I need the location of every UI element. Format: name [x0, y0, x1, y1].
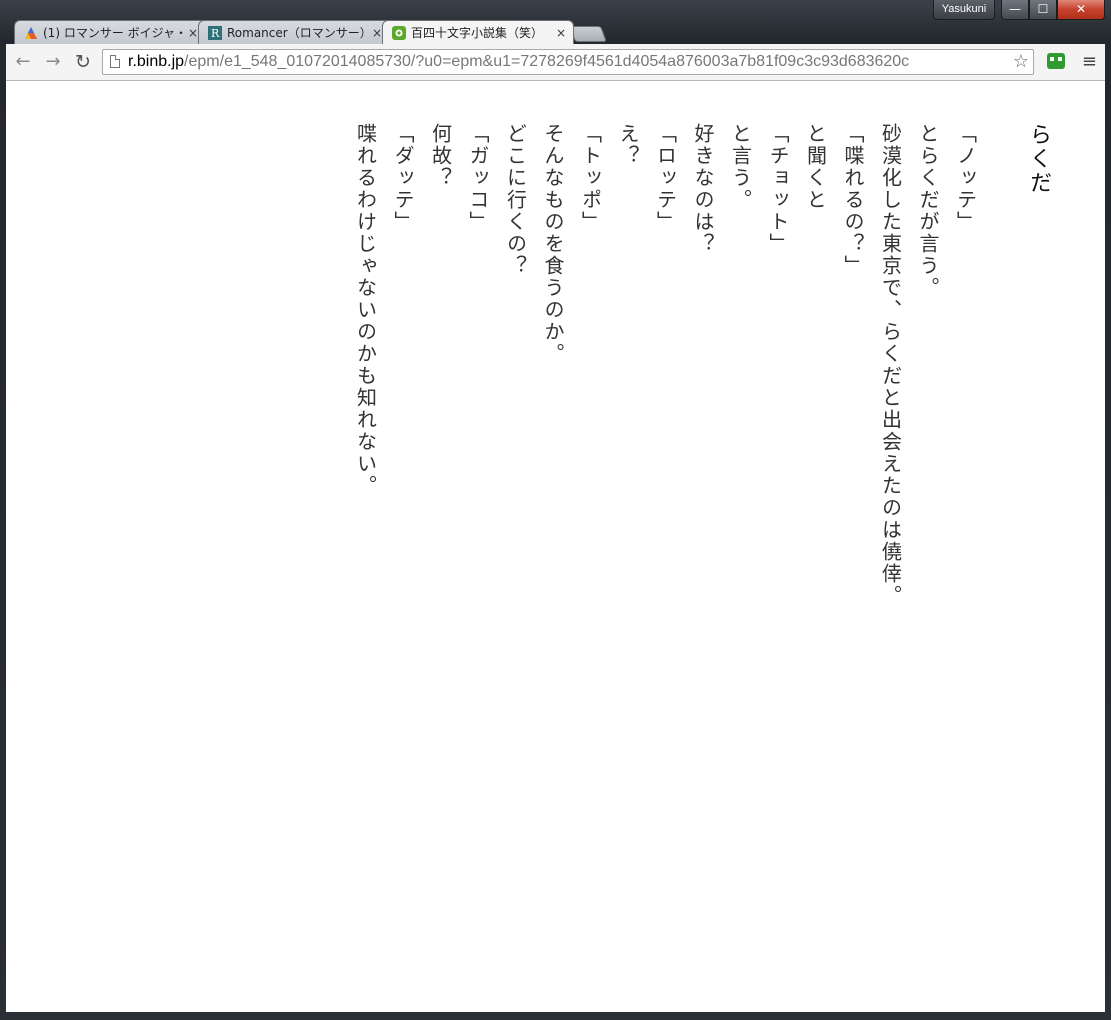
story-line: どこに行くの？	[503, 123, 528, 277]
menu-icon[interactable]: ≡	[1082, 51, 1097, 73]
bookmark-star-icon[interactable]: ☆	[1013, 50, 1029, 74]
story-line: 何故？	[428, 123, 453, 189]
story-line: 「ダッテ」	[391, 123, 415, 233]
title-bar: Yasukuni — ☐ ✕ (1) ロマンサー ボイジャ・ × R Roman…	[0, 0, 1111, 44]
forward-button[interactable]: →	[42, 51, 64, 73]
story-line: 「喋れるの？」	[841, 123, 865, 277]
story-line: と言う。	[728, 123, 753, 211]
minimize-button[interactable]: —	[1001, 0, 1029, 20]
story-line: 「トッポ」	[578, 123, 603, 233]
story-text: らくだ 「ノッテ」 とらくだが言う。 砂漠化した東京で、らくだと出会えたのは僥倖…	[346, 123, 1057, 983]
story-line: 「ノッテ」	[953, 123, 978, 233]
binb-reader-icon	[392, 26, 406, 40]
page-content: らくだ 「ノッテ」 とらくだが言う。 砂漠化した東京で、らくだと出会えたのは僥倖…	[6, 81, 1105, 1012]
page-icon	[110, 55, 120, 68]
browser-toolbar: ← → ↻ r.binb.jp/epm/e1_548_0107201408573…	[6, 44, 1105, 81]
address-bar[interactable]: r.binb.jp/epm/e1_548_01072014085730/?u0=…	[102, 49, 1034, 75]
story-line: と聞くと	[803, 123, 828, 211]
tab-title: (1) ロマンサー ボイジャ・	[43, 26, 188, 40]
story-line: そんなものを食うのか。	[541, 123, 565, 365]
url-text[interactable]: r.binb.jp/epm/e1_548_01072014085730/?u0=…	[128, 50, 1007, 74]
new-tab-button[interactable]	[569, 26, 607, 42]
browser-window: Yasukuni — ☐ ✕ (1) ロマンサー ボイジャ・ × R Roman…	[0, 0, 1111, 1020]
tab-close-icon[interactable]: ×	[372, 21, 382, 44]
romancer-triangle-icon	[25, 27, 37, 39]
story-line: とらくだが言う。	[916, 123, 940, 299]
url-host: r.binb.jp	[128, 53, 185, 70]
tab-hyakushijumoji[interactable]: 百四十文字小説集（笑） ×	[382, 20, 574, 44]
story-title: らくだ	[1026, 123, 1051, 195]
story-line: 「ガッコ」	[466, 123, 490, 233]
tab-close-icon[interactable]: ×	[188, 21, 198, 44]
close-window-button[interactable]: ✕	[1057, 0, 1105, 20]
tab-close-icon[interactable]: ×	[556, 21, 566, 44]
window-controls: — ☐ ✕	[1001, 0, 1105, 20]
url-path: /epm/e1_548_01072014085730/?u0=epm&u1=72…	[184, 53, 910, 70]
story-line: 砂漠化した東京で、らくだと出会えたのは僥倖。	[878, 123, 903, 607]
reload-button[interactable]: ↻	[72, 51, 94, 73]
extension-icon[interactable]	[1047, 53, 1065, 69]
tab-strip: (1) ロマンサー ボイジャ・ × R Romancer（ロマンサー） × 百四…	[14, 20, 607, 44]
story-line: 好きなのは？	[691, 123, 715, 255]
maximize-button[interactable]: ☐	[1029, 0, 1057, 20]
story-line: え？	[616, 123, 640, 167]
tab-romancer[interactable]: R Romancer（ロマンサー） ×	[198, 20, 390, 44]
tab-romancer-voyager[interactable]: (1) ロマンサー ボイジャ・ ×	[14, 20, 206, 44]
tab-title: Romancer（ロマンサー）	[227, 26, 372, 40]
back-button[interactable]: ←	[12, 51, 34, 73]
story-line: 「ロッテ」	[653, 123, 678, 233]
romancer-r-icon: R	[208, 26, 222, 40]
profile-badge[interactable]: Yasukuni	[933, 0, 995, 20]
story-line: 「チョット」	[766, 123, 790, 255]
tab-title: 百四十文字小説集（笑）	[411, 26, 544, 40]
story-line: 喋れるわけじゃないのかも知れない。	[353, 123, 378, 497]
svg-text:R: R	[211, 27, 220, 40]
